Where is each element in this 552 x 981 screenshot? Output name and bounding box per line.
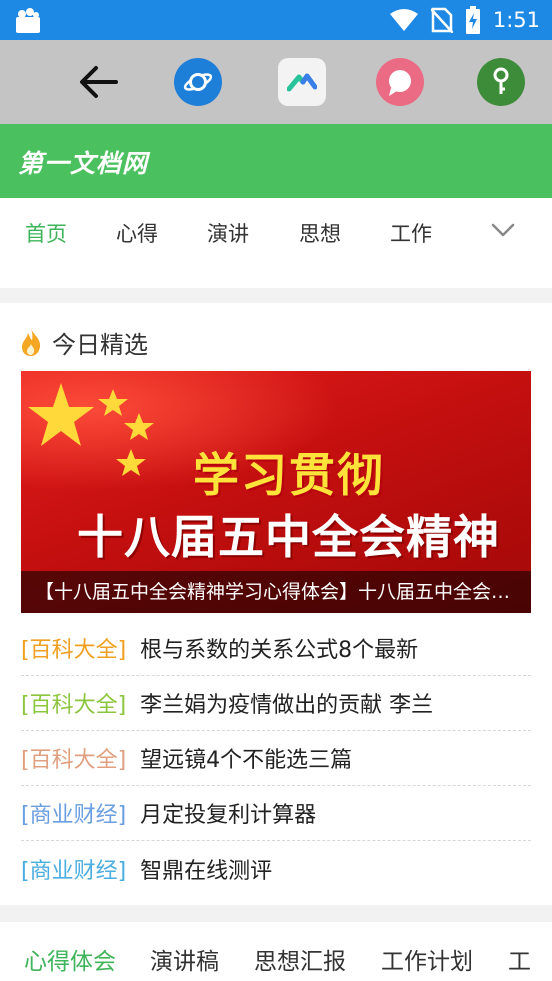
banner-caption[interactable]: 【十八届五中全会精神学习心得体会】十八届五中全会精神学习心得体会 [21,571,531,613]
article-title[interactable]: 月定投复利计算器 [140,797,316,829]
featured-banner[interactable]: 学习贯彻 十八届五中全会精神 【十八届五中全会精神学习心得体会】十八届五中全会精… [21,371,531,613]
chat-heart-button[interactable] [376,58,424,106]
back-arrow-icon [80,66,118,98]
category-tag: [商业财经] [21,803,127,828]
tab-work-plans[interactable]: 工作计划 [381,942,473,976]
chat-heart-icon [389,70,411,96]
category-tag: [百科大全] [21,693,127,718]
list-item[interactable]: [商业财经] 智鼎在线测评 [21,841,531,896]
status-bar: 1:51 [0,0,552,40]
flag-stars-graphic [28,383,154,476]
tab-insights[interactable]: 心得 [116,218,158,248]
chevron-down-icon[interactable] [490,220,516,240]
maps-app-button[interactable] [278,58,326,106]
banner-headline-1: 学习贯彻 [193,448,385,502]
article-title[interactable]: 智鼎在线测评 [140,853,272,885]
shopping-bag-icon [16,8,40,33]
category-tag: [商业财经] [21,858,127,884]
maps-app-icon [287,73,317,92]
list-item[interactable]: [商业财经] 月定投复利计算器 [21,786,531,841]
tab-work-more[interactable]: 工 [508,942,531,976]
wifi-icon [389,9,418,31]
flame-icon [22,328,41,356]
article-title[interactable]: 李兰娟为疫情做出的贡献 李兰 [140,687,433,719]
key-icon [493,67,509,94]
site-title[interactable]: 第一文档网 [18,144,148,180]
article-title[interactable]: 望远镜4个不能选三篇 [140,742,352,774]
no-sim-icon [430,7,453,33]
system-icons: 1:51 [389,6,540,34]
article-list: [百科大全] 根与系数的关系公式8个最新 [百科大全] 李兰娟为疫情做出的贡献 … [21,621,531,896]
browser-toolbar [0,40,552,124]
planet-browser-icon [183,73,213,91]
featured-section: 今日精选 学习贯彻 十八届五中全会精神 【十八届五中全会精神学习心得体会】十八届… [0,303,552,905]
banner-headline-2: 十八届五中全会精神 [77,510,500,564]
category-tag: [百科大全] [21,638,127,663]
list-item[interactable]: [百科大全] 李兰娟为疫情做出的贡献 李兰 [21,676,531,731]
tab-thought[interactable]: 思想 [299,218,341,248]
category-tag: [百科大全] [21,748,127,773]
back-button[interactable] [74,58,122,106]
site-header: 第一文档网 [0,124,552,198]
clock: 1:51 [492,8,540,32]
list-item[interactable]: [百科大全] 望远镜4个不能选三篇 [21,731,531,786]
article-title[interactable]: 根与系数的关系公式8个最新 [140,632,418,664]
tab-speeches[interactable]: 演讲稿 [150,942,219,976]
section-title: 今日精选 [52,331,148,359]
category-nav: 首页 心得 演讲 思想 工作 [0,198,552,288]
tab-home[interactable]: 首页 [25,218,67,248]
bottom-category-tabs: 心得体会 演讲稿 思想汇报 工作计划 工 [0,922,552,981]
list-item[interactable]: [百科大全] 根与系数的关系公式8个最新 [21,621,531,676]
tab-work[interactable]: 工作 [390,218,432,248]
tab-insight-essays[interactable]: 心得体会 [24,942,116,976]
tab-speech[interactable]: 演讲 [207,218,249,248]
tab-thought-reports[interactable]: 思想汇报 [254,942,346,976]
battery-charging-icon [465,6,480,34]
key-button[interactable] [477,58,525,106]
planet-browser-button[interactable] [174,58,222,106]
